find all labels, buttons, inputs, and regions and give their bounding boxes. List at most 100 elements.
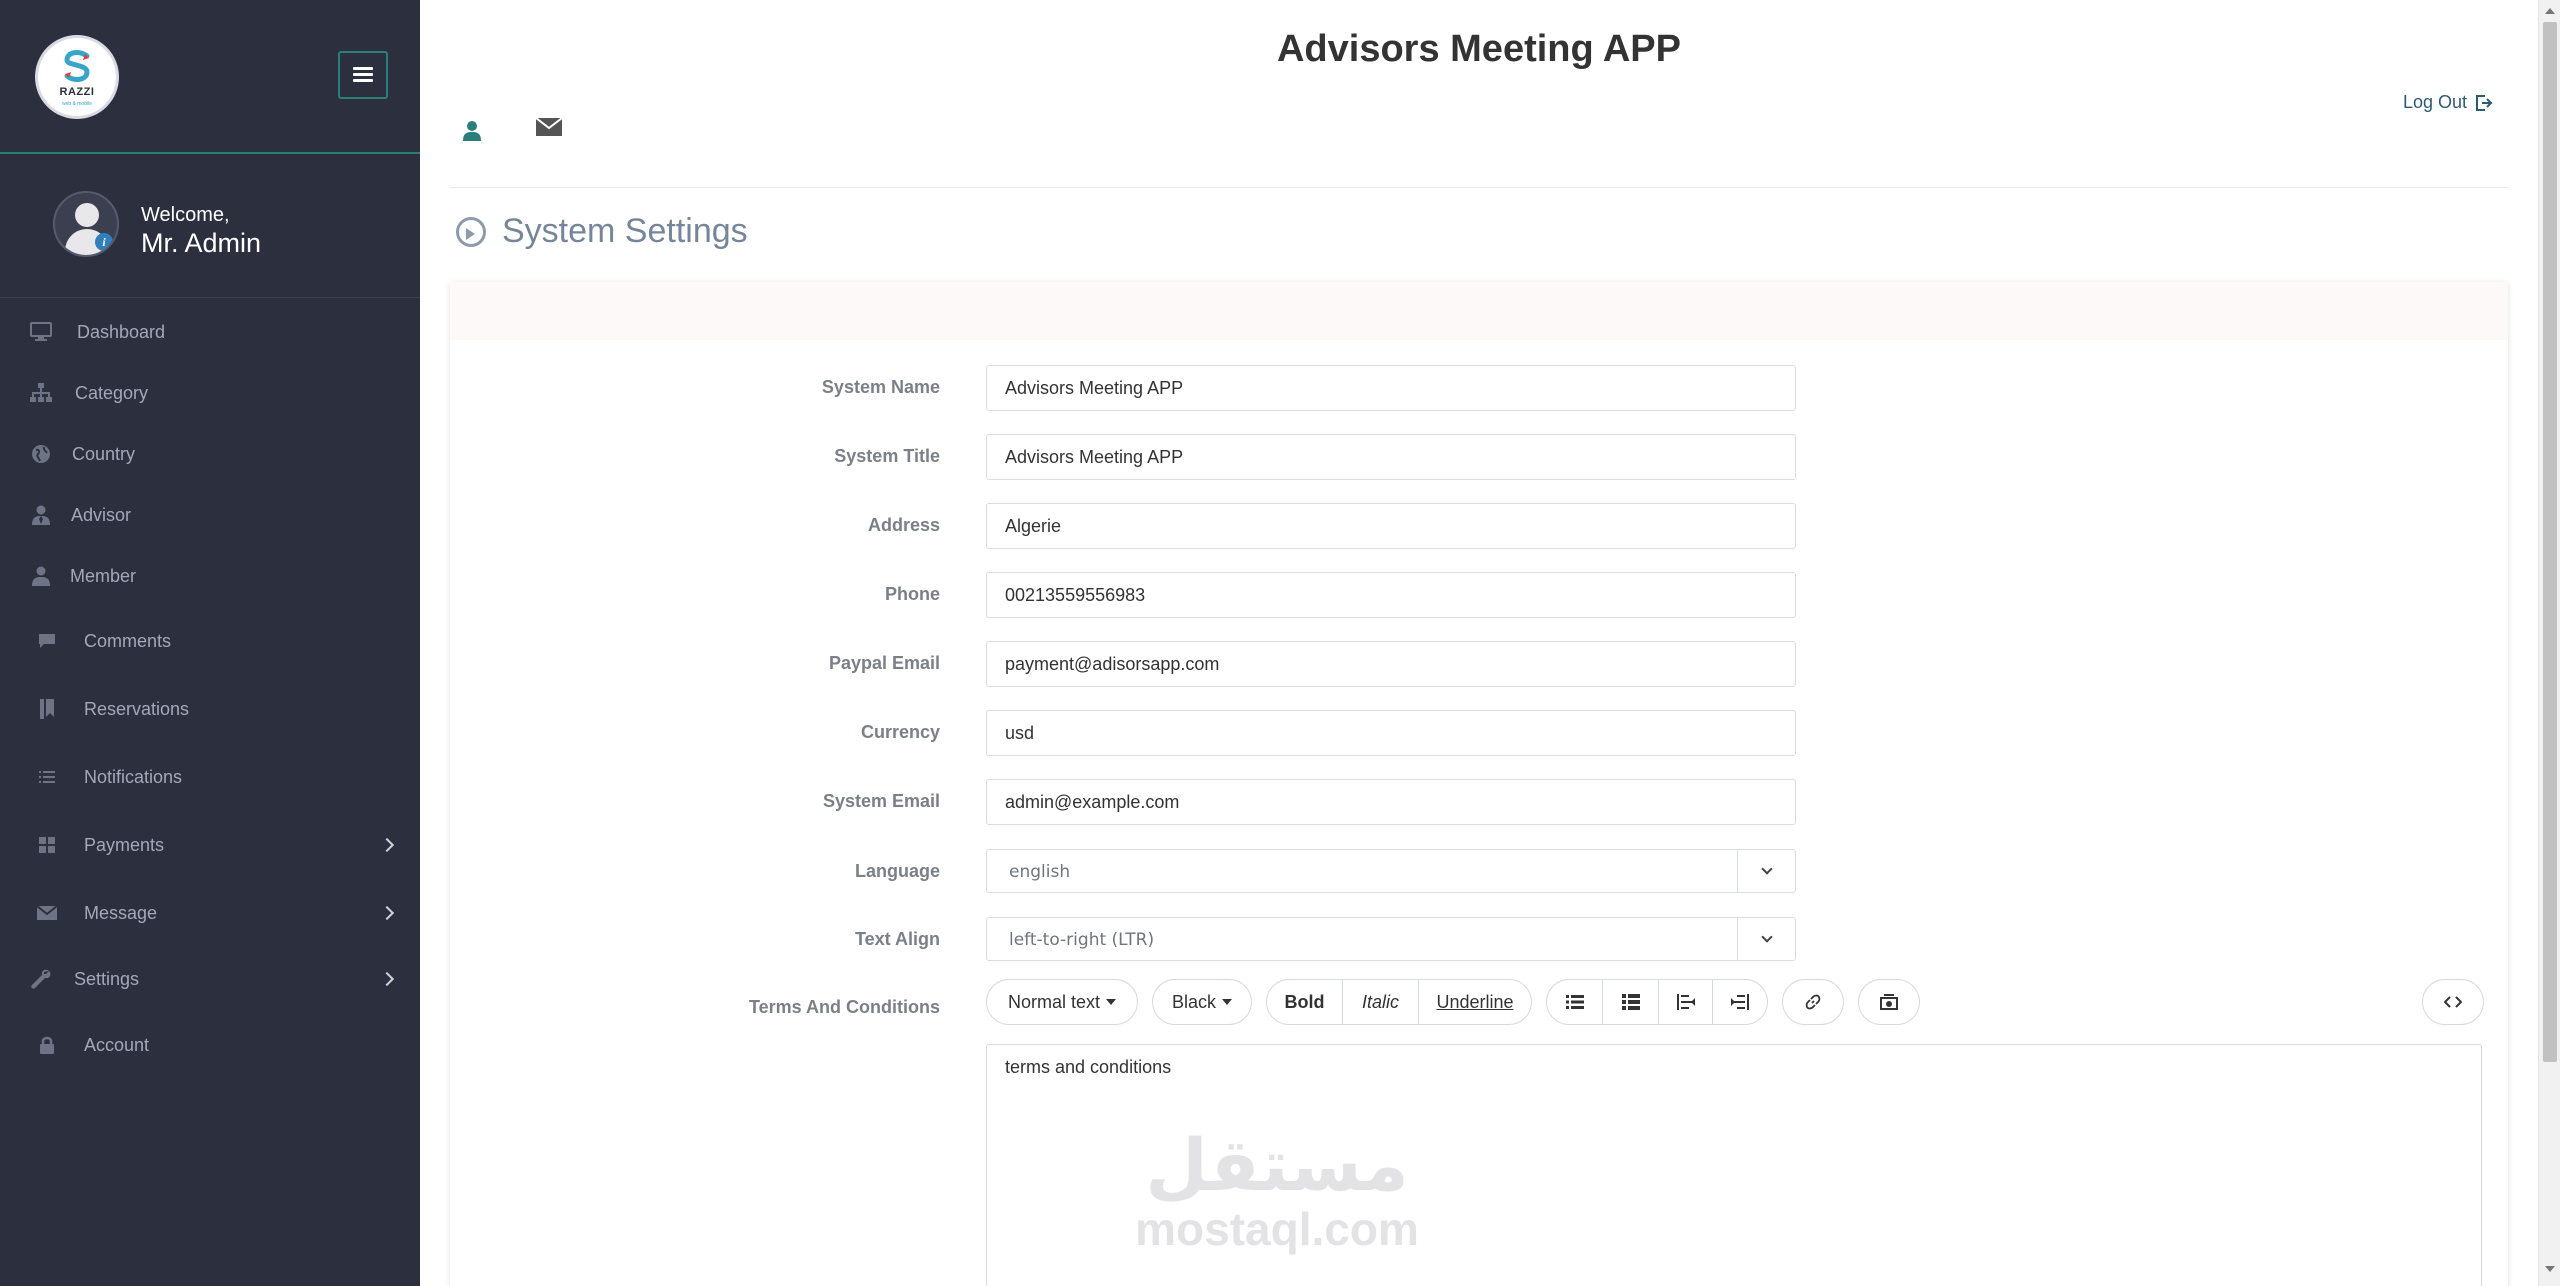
sidebar-item-settings[interactable]: Settings: [0, 953, 420, 1005]
sidebar-item-notifications[interactable]: Notifications: [0, 751, 420, 803]
field-address: Address: [450, 503, 2508, 549]
text-color-dropdown[interactable]: Black: [1152, 979, 1252, 1025]
menu-toggle-button[interactable]: [338, 51, 388, 99]
comment-icon: [36, 630, 58, 652]
text-align-select[interactable]: left-to-right (LTR): [986, 917, 1796, 961]
logo-subtitle: web & mobile: [61, 101, 92, 107]
field-label: System Title: [834, 446, 940, 466]
arrow-circle-right-icon: [456, 216, 486, 247]
field-system-email: System Email: [450, 779, 2508, 825]
list-icon: [36, 766, 58, 788]
text-color-label: Black: [1171, 991, 1216, 1012]
numbered-list-button[interactable]: [1603, 980, 1659, 1024]
avatar[interactable]: i: [53, 191, 119, 257]
chevron-right-icon: [379, 837, 395, 853]
user-tie-icon: [30, 504, 52, 526]
page-title: System Settings: [456, 212, 748, 251]
hamburger-icon: [353, 67, 373, 83]
lock-icon: [36, 1034, 58, 1056]
chevron-right-icon: [379, 971, 395, 987]
system-title-input[interactable]: [986, 434, 1796, 480]
field-label: System Name: [821, 377, 940, 397]
terms-editor[interactable]: terms and conditions مستقل mostaql.com: [986, 1044, 2482, 1286]
sidebar-item-label: Payments: [84, 834, 165, 855]
logo-mark-icon: [64, 50, 90, 82]
terms-content: terms and conditions: [1005, 1057, 1172, 1077]
indent-button[interactable]: [1713, 980, 1767, 1024]
sidebar-item-label: Notifications: [84, 766, 183, 787]
link-button[interactable]: [1782, 979, 1844, 1025]
watermark-arabic: مستقل: [1145, 1123, 1409, 1207]
sidebar-item-label: Account: [84, 1034, 150, 1055]
scroll-up-icon[interactable]: [2545, 8, 2555, 14]
sidebar-item-label: Reservations: [84, 698, 190, 719]
sidebar-item-category[interactable]: Category: [0, 367, 420, 419]
sidebar-item-account[interactable]: Account: [0, 1019, 420, 1071]
sidebar-item-reservations[interactable]: Reservations: [0, 683, 420, 735]
link-icon: [1805, 994, 1821, 1010]
sidebar-item-country[interactable]: Country: [0, 428, 420, 480]
sidebar-item-label: Member: [70, 565, 137, 586]
outdent-icon: [1676, 994, 1695, 1010]
field-system-title: System Title: [450, 434, 2508, 480]
sidebar-item-comments[interactable]: Comments: [0, 615, 420, 667]
profile-icon[interactable]: [462, 120, 482, 142]
sidebar-item-dashboard[interactable]: Dashboard: [0, 306, 420, 358]
language-value: english: [1009, 862, 1071, 882]
sidebar-item-message[interactable]: Message: [0, 887, 420, 939]
field-label: Address: [867, 515, 940, 535]
numbered-list-icon: [1621, 994, 1640, 1010]
chevron-down-icon[interactable]: [1737, 850, 1795, 892]
indent-icon: [1731, 994, 1749, 1010]
sidebar-item-label: Comments: [84, 630, 172, 651]
brand-logo[interactable]: RAZZI web & mobile: [35, 35, 119, 119]
address-input[interactable]: [986, 503, 1796, 549]
image-button[interactable]: [1858, 979, 1920, 1025]
chevron-down-icon[interactable]: [1737, 918, 1795, 960]
page-scrollbar[interactable]: [2538, 0, 2560, 1286]
field-system-name: System Name: [450, 365, 2508, 411]
sitemap-icon: [30, 382, 52, 404]
globe-icon: [30, 443, 52, 465]
field-label: Language: [854, 861, 940, 881]
caret-down-icon: [1222, 999, 1232, 1005]
sidebar-item-advisor[interactable]: Advisor: [0, 489, 420, 541]
system-email-input[interactable]: [986, 779, 1796, 825]
code-icon: [2444, 996, 2462, 1008]
logout-icon: [2476, 94, 2493, 111]
sidebar-item-member[interactable]: Member: [0, 550, 420, 602]
logout-label: Log Out: [2403, 92, 2468, 112]
html-source-button[interactable]: [2422, 979, 2484, 1025]
phone-input[interactable]: [986, 572, 1796, 618]
text-style-dropdown[interactable]: Normal text: [986, 979, 1138, 1025]
brand-area: RAZZI web & mobile: [0, 0, 420, 154]
user-profile: i Welcome, Mr. Admin: [0, 156, 420, 298]
grid-icon: [36, 834, 58, 856]
editor-toolbar: Normal text Black Bold Italic Underline: [986, 979, 2484, 1025]
sidebar-item-label: Settings: [74, 968, 140, 989]
scroll-down-icon[interactable]: [2545, 1266, 2555, 1272]
sidebar-item-label: Advisor: [71, 504, 132, 525]
scroll-thumb[interactable]: [2543, 22, 2557, 1062]
bullet-list-button[interactable]: [1547, 980, 1603, 1024]
logout-link[interactable]: Log Out: [2403, 92, 2493, 113]
underline-button[interactable]: Underline: [1419, 980, 1531, 1024]
page-title-text: System Settings: [502, 212, 748, 250]
sidebar-item-payments[interactable]: Payments: [0, 819, 420, 871]
envelope-icon: [36, 902, 58, 924]
format-group: Bold Italic Underline: [1266, 979, 1532, 1025]
bold-button[interactable]: Bold: [1267, 980, 1343, 1024]
sidebar-item-label: Dashboard: [77, 321, 166, 342]
field-label: Paypal Email: [828, 653, 940, 673]
paypal-email-input[interactable]: [986, 641, 1796, 687]
outdent-button[interactable]: [1659, 980, 1713, 1024]
sidebar-item-label: Category: [75, 382, 149, 403]
language-select[interactable]: english: [986, 849, 1796, 893]
currency-input[interactable]: [986, 710, 1796, 756]
chevron-right-icon: [379, 905, 395, 921]
italic-button[interactable]: Italic: [1343, 980, 1419, 1024]
wrench-icon: [30, 968, 52, 990]
mail-icon[interactable]: [536, 118, 562, 136]
field-label: Terms And Conditions: [749, 997, 940, 1017]
system-name-input[interactable]: [986, 365, 1796, 411]
